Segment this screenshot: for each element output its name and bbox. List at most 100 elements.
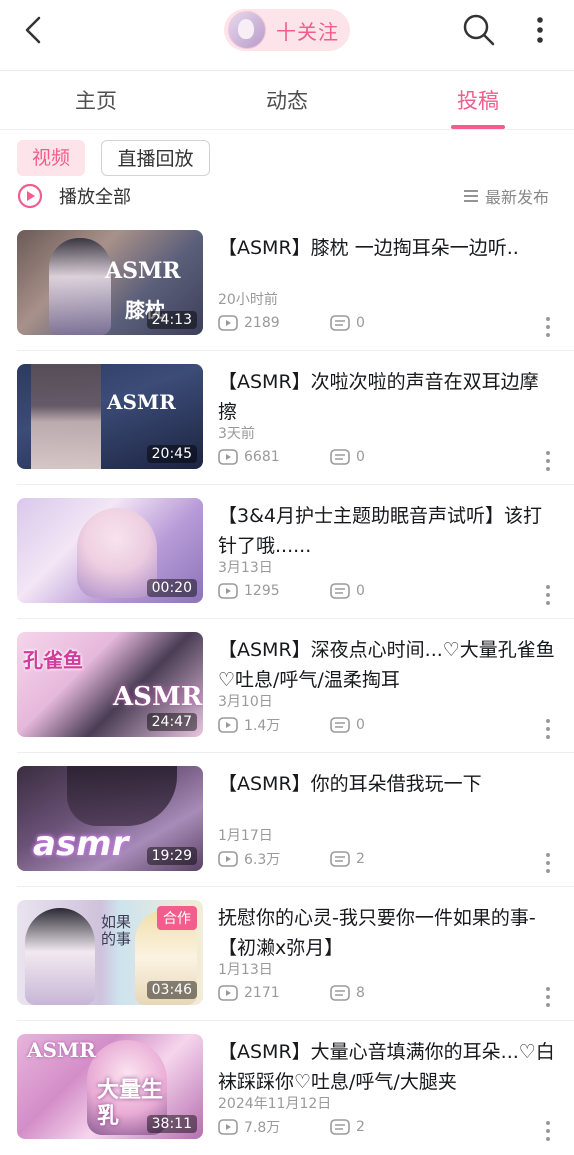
- play-count: 6.3万: [244, 852, 281, 868]
- play-count-icon: [218, 449, 238, 465]
- thumbnail-caption: ASMR: [27, 1038, 96, 1062]
- back-button[interactable]: [18, 14, 48, 46]
- danmaku-count: 0: [356, 717, 365, 733]
- item-more-button[interactable]: [538, 851, 558, 875]
- item-more-button[interactable]: [538, 1119, 558, 1143]
- sort-lines-icon: [464, 190, 478, 202]
- follow-button[interactable]: 十关注: [224, 9, 350, 51]
- video-item[interactable]: asmr 19:29 【ASMR】你的耳朵借我玩一下 1月17日 6.3万 2: [0, 753, 574, 887]
- video-date: 3月13日: [218, 560, 273, 576]
- video-item[interactable]: 00:20 【3&4月护士主题助眠音声试听】该打针了哦...... 3月13日 …: [0, 485, 574, 619]
- video-title: 抚慰你的心灵-我只要你一件如果的事-【初濑x弥月】: [218, 907, 536, 959]
- filter-live-replay-chip[interactable]: 直播回放: [101, 140, 210, 176]
- video-thumbnail: ASMR 膝枕 24:13: [17, 230, 203, 335]
- video-title: 【ASMR】深夜点心时间...♡大量孔雀鱼♡吐息/呼气/温柔掏耳: [218, 639, 555, 691]
- video-item[interactable]: 如果的事 合作 03:46 抚慰你的心灵-我只要你一件如果的事-【初濑x弥月】 …: [0, 887, 574, 1021]
- sort-button[interactable]: 最新发布: [463, 181, 549, 211]
- thumbnail-caption: asmr: [33, 824, 129, 864]
- avatar: [228, 11, 266, 49]
- play-count-icon: [218, 985, 238, 1001]
- video-duration: 38:11: [146, 1115, 197, 1133]
- video-thumbnail: asmr 19:29: [17, 766, 203, 871]
- danmaku-count: 0: [356, 449, 365, 465]
- danmaku-count: 8: [356, 985, 365, 1001]
- item-more-button[interactable]: [538, 315, 558, 339]
- item-more-button[interactable]: [538, 583, 558, 607]
- search-icon: [463, 14, 495, 46]
- video-title: 【ASMR】次啦次啦的声音在双耳边摩擦: [218, 371, 539, 423]
- play-count-icon: [218, 717, 238, 733]
- top-bar: 十关注: [0, 0, 574, 71]
- video-title: 【ASMR】你的耳朵借我玩一下: [218, 773, 482, 795]
- video-thumbnail: ASMR 20:45: [17, 364, 203, 469]
- danmaku-count: 0: [356, 583, 365, 599]
- video-thumbnail: 如果的事 合作 03:46: [17, 900, 203, 1005]
- video-duration: 03:46: [146, 981, 197, 999]
- video-title: 【ASMR】膝枕 一边掏耳朵一边听..: [218, 237, 519, 259]
- video-thumbnail: 00:20: [17, 498, 203, 603]
- video-stats: 1.4万 0: [218, 714, 365, 736]
- video-stats: 1295 0: [218, 580, 365, 602]
- video-stats: 7.8万 2: [218, 1116, 365, 1138]
- search-button[interactable]: [462, 13, 496, 47]
- video-date: 1月17日: [218, 828, 273, 844]
- video-item[interactable]: 孔雀鱼 ASMR 24:47 【ASMR】深夜点心时间...♡大量孔雀鱼♡吐息/…: [0, 619, 574, 753]
- danmaku-icon: [330, 717, 350, 733]
- follow-label: 十关注: [276, 19, 339, 44]
- danmaku-count: 0: [356, 315, 365, 331]
- video-item[interactable]: ASMR 膝枕 24:13 【ASMR】膝枕 一边掏耳朵一边听.. 20小时前 …: [0, 217, 574, 351]
- video-date: 2024年11月12日: [218, 1096, 332, 1112]
- play-count: 2189: [244, 315, 280, 331]
- video-title: 【ASMR】大量心音填满你的耳朵...♡白袜踩踩你♡吐息/呼气/大腿夹: [218, 1041, 555, 1093]
- video-date: 3月10日: [218, 694, 273, 710]
- item-more-button[interactable]: [538, 449, 558, 473]
- collab-badge: 合作: [157, 906, 197, 930]
- filter-video-chip[interactable]: 视频: [17, 140, 85, 176]
- play-count-icon: [218, 583, 238, 599]
- video-thumbnail: ASMR 大量生乳 38:11: [17, 1034, 203, 1139]
- video-thumbnail: 孔雀鱼 ASMR 24:47: [17, 632, 203, 737]
- video-date: 3天前: [218, 426, 255, 442]
- more-vertical-icon: [546, 317, 550, 337]
- thumbnail-caption: ASMR: [107, 390, 176, 414]
- play-all-button[interactable]: 播放全部: [17, 181, 131, 211]
- danmaku-icon: [330, 583, 350, 599]
- more-vertical-icon: [546, 451, 550, 471]
- profile-tabs: 主页 动态 投稿: [0, 71, 574, 130]
- play-count-icon: [218, 315, 238, 331]
- danmaku-icon: [330, 851, 350, 867]
- video-duration: 19:29: [146, 847, 197, 865]
- more-vertical-icon: [546, 585, 550, 605]
- more-vertical-icon: [546, 1121, 550, 1141]
- video-duration: 00:20: [146, 579, 197, 597]
- play-count-icon: [218, 1119, 238, 1135]
- danmaku-count: 2: [356, 1119, 365, 1135]
- sort-label: 最新发布: [485, 188, 550, 207]
- video-duration: 24:13: [146, 311, 197, 329]
- video-item[interactable]: ASMR 20:45 【ASMR】次啦次啦的声音在双耳边摩擦 3天前 6681 …: [0, 351, 574, 485]
- more-vertical-icon: [546, 853, 550, 873]
- more-vertical-icon: [537, 17, 543, 43]
- video-stats: 2171 8: [218, 982, 365, 1004]
- thumbnail-caption: ASMR: [113, 682, 203, 712]
- danmaku-count: 2: [356, 851, 365, 867]
- tab-dynamics[interactable]: 动态: [227, 71, 347, 129]
- more-options-button[interactable]: [526, 13, 554, 47]
- play-count: 1.4万: [244, 718, 281, 734]
- video-title: 【3&4月护士主题助眠音声试听】该打针了哦......: [218, 505, 542, 557]
- danmaku-icon: [330, 449, 350, 465]
- tab-home[interactable]: 主页: [36, 71, 156, 129]
- item-more-button[interactable]: [538, 985, 558, 1009]
- active-tab-indicator: [451, 125, 505, 129]
- thumbnail-caption-secondary: 孔雀鱼: [23, 648, 83, 672]
- tab-uploads[interactable]: 投稿: [418, 71, 538, 129]
- play-count: 7.8万: [244, 1120, 281, 1136]
- more-vertical-icon: [546, 987, 550, 1007]
- item-more-button[interactable]: [538, 717, 558, 741]
- thumbnail-caption: ASMR: [105, 258, 181, 284]
- chevron-left-icon: [25, 16, 41, 44]
- play-count: 1295: [244, 583, 280, 599]
- video-item[interactable]: ASMR 大量生乳 38:11 【ASMR】大量心音填满你的耳朵...♡白袜踩踩…: [0, 1021, 574, 1155]
- more-vertical-icon: [546, 719, 550, 739]
- thumbnail-caption: 如果的事: [101, 913, 132, 948]
